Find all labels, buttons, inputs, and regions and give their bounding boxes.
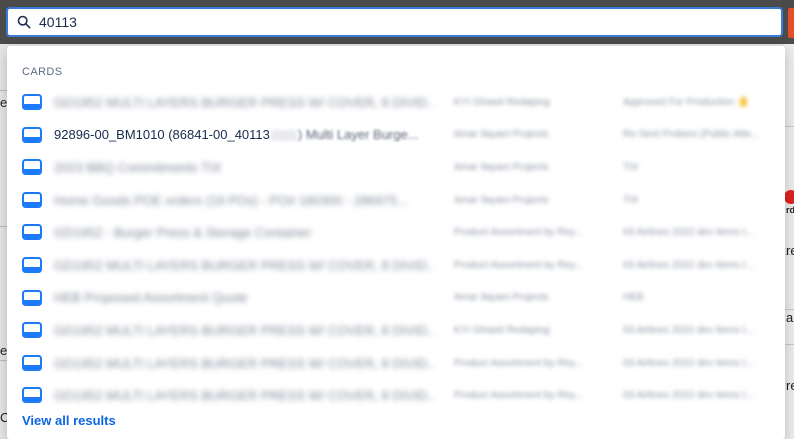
result-row[interactable]: GD1952 MULTI LAYERS BURGER PRESS W/ COVE… <box>7 86 785 119</box>
card-icon <box>22 224 42 241</box>
result-row[interactable]: GD1952 MULTI LAYERS BURGER PRESS W/ COVE… <box>7 379 785 412</box>
search-bar[interactable] <box>6 7 783 37</box>
result-title: GD1952 MULTI LAYERS BURGER PRESS W/ COVE… <box>54 388 434 404</box>
result-title: GD1952 MULTI LAYERS BURGER PRESS W/ COVE… <box>54 355 434 371</box>
result-title: GD1952 - Burger Press & Storage Containe… <box>54 225 312 241</box>
result-board: Product Assortment by Rey... <box>454 227 583 239</box>
card-icon <box>22 191 42 208</box>
background-red-badge <box>784 190 794 204</box>
background-text-fragment: re <box>786 378 794 393</box>
card-icon <box>22 322 42 339</box>
result-title: 2023 BBQ Commitments TIX <box>54 159 222 175</box>
result-title-prefix: 92896-00_BM1010 (86841-00_40113 <box>54 127 270 143</box>
card-icon <box>22 354 42 371</box>
result-row[interactable]: 2023 BBQ Commitments TIX Amar Ilayani Pr… <box>7 151 785 184</box>
background-red-tab <box>788 8 794 38</box>
result-board: Amar Ilayani Projects <box>454 194 549 206</box>
redacted-block <box>270 130 297 142</box>
view-all-results-link[interactable]: View all results <box>22 413 116 428</box>
result-list: Approved For Production 🤚 <box>623 96 750 108</box>
card-icon <box>22 126 42 143</box>
result-list: 03 Airlines 2022 dev items t... <box>623 357 754 369</box>
card-icon <box>22 256 42 273</box>
result-row[interactable]: Home Goods POE orders (19 POs) - PO# 180… <box>7 184 785 217</box>
search-input[interactable] <box>39 14 739 30</box>
result-title: GD1952 MULTI LAYERS BURGER PRESS W/ COVE… <box>54 257 434 273</box>
result-board: Product Assortment by Rey... <box>454 357 583 369</box>
results-list: GD1952 MULTI LAYERS BURGER PRESS W/ COVE… <box>7 86 785 412</box>
result-list: 03 Airlines 2022 dev items t... <box>623 227 754 239</box>
card-icon <box>22 94 42 110</box>
background-divider <box>784 126 794 127</box>
result-row[interactable]: GD1952 MULTI LAYERS BURGER PRESS W/ COVE… <box>7 347 785 380</box>
background-text-fragment: ar <box>786 310 794 325</box>
result-row[interactable]: 92896-00_BM1010 (86841-00_40113 ) Multi L… <box>7 119 785 152</box>
result-list: 03 Airlines 2022 dev items t... <box>623 324 754 336</box>
search-results-dropdown: CARDS GD1952 MULTI LAYERS BURGER PRESS W… <box>7 46 785 439</box>
result-title: 92896-00_BM1010 (86841-00_40113 ) Multi L… <box>54 127 434 142</box>
result-list: 03 Airlines 2022 dev items t... <box>623 259 754 271</box>
result-title-suffix: ) Multi Layer Burge... <box>297 127 419 143</box>
card-icon <box>22 159 42 176</box>
background-text-fragment: rd <box>786 205 794 215</box>
search-icon <box>17 15 31 29</box>
result-title: GD1952 MULTI LAYERS BURGER PRESS W/ COVE… <box>54 94 434 110</box>
card-icon <box>22 387 42 404</box>
result-board: KYI Ghiasti Redaping <box>454 324 550 336</box>
result-title: HEB Proposed Assortment Quote <box>54 290 248 306</box>
result-board: Amar Ilayani Projects <box>454 129 549 141</box>
result-list: TIX <box>623 161 639 173</box>
result-list: Re-Sent Probers (Public Atte... <box>623 129 760 141</box>
result-title: GD1952 MULTI LAYERS BURGER PRESS W/ COVE… <box>54 322 434 338</box>
result-list: 03 Airlines 2022 dev items t... <box>623 390 754 402</box>
result-row[interactable]: GD1952 MULTI LAYERS BURGER PRESS W/ COVE… <box>7 249 785 282</box>
result-row[interactable]: HEB Proposed Assortment Quote Amar Ilaya… <box>7 282 785 315</box>
card-icon <box>22 289 42 306</box>
result-list: HEB <box>623 292 644 304</box>
result-board: Product Assortment by Rey... <box>454 390 583 402</box>
result-list: TIX <box>623 194 639 206</box>
section-title-cards: CARDS <box>22 66 63 78</box>
result-board: Amar Ilayani Projects <box>454 161 549 173</box>
background-divider <box>784 344 794 345</box>
result-title: Home Goods POE orders (19 POs) - PO# 180… <box>54 192 409 208</box>
result-board: Amar Ilayani Projects <box>454 292 549 304</box>
result-board: KYI Ghiasti Redaping <box>454 96 550 108</box>
result-row[interactable]: GD1952 - Burger Press & Storage Containe… <box>7 216 785 249</box>
result-row[interactable]: GD1952 MULTI LAYERS BURGER PRESS W/ COVE… <box>7 314 785 347</box>
background-text-fragment: re <box>786 243 794 258</box>
result-board: Product Assortment by Rey... <box>454 259 583 271</box>
